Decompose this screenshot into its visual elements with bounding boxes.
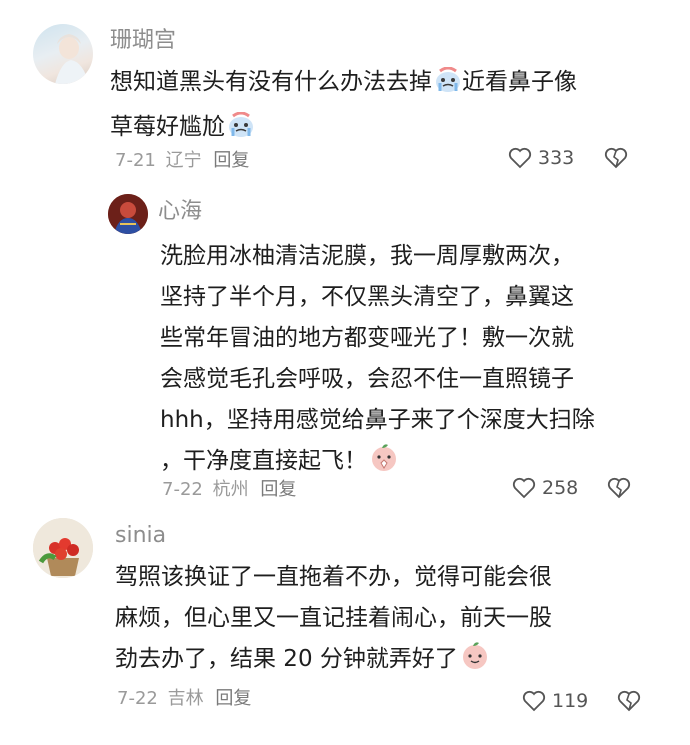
comment-date: 7-21: [115, 150, 156, 171]
peach-praying-icon: [369, 442, 399, 486]
reply-item: 心海 洗脸用冰柚清洁泥膜，我一周厚敷两次， 坚持了半个月，不仅黑头清空了，鼻翼这…: [0, 190, 690, 510]
crying-face-icon: [434, 66, 462, 107]
broken-heart-icon: [607, 477, 631, 499]
comment-item: 珊瑚宫 想知道黑头有没有什么办法去掉 近看鼻子像 草莓好尴尬 7-21 辽宁 回复…: [0, 0, 690, 190]
comment-date: 7-22: [117, 688, 158, 709]
reply-button[interactable]: 回复: [215, 688, 251, 709]
comment-meta: 7-22 杭州 回复: [162, 479, 296, 501]
avatar[interactable]: [33, 518, 93, 578]
like-count: 258: [542, 477, 579, 499]
comment-line: 坚持了半个月，不仅黑头清空了，鼻翼这: [160, 284, 574, 310]
dislike-button[interactable]: [617, 690, 641, 716]
comment-location: 辽宁: [165, 150, 202, 171]
comment-line: hhh，坚持用感觉给鼻子来了个深度大扫除: [160, 407, 595, 433]
comment-line-last: 劲去办了，结果 20 分钟就弄好了: [115, 639, 655, 684]
comment-meta: 7-21 辽宁 回复: [115, 150, 249, 172]
avatar-image: [55, 34, 89, 84]
broken-heart-icon: [617, 690, 641, 712]
like-count: 119: [552, 690, 589, 712]
reply-button[interactable]: 回复: [260, 479, 296, 500]
avatar-image: [108, 194, 148, 234]
heart-icon: [522, 690, 546, 712]
avatar[interactable]: [108, 194, 148, 234]
avatar[interactable]: [33, 24, 93, 84]
comment-line: 会感觉毛孔会呼吸，会忍不住一直照镜子: [160, 366, 574, 392]
heart-icon: [508, 147, 532, 169]
comment-location: 杭州: [212, 479, 249, 500]
comment-line: 些常年冒油的地方都变哑光了！敷一次就: [160, 325, 574, 351]
dislike-button[interactable]: [604, 147, 628, 173]
crying-face-icon: [227, 111, 255, 152]
comment-text: 驾照该换证了一直拖着不办，觉得可能会很 麻烦，但心里又一直记挂着闹心，前天一股 …: [115, 557, 655, 684]
comment-line: 驾照该换证了一直拖着不办，觉得可能会很: [115, 564, 552, 590]
comment-line: 麻烦，但心里又一直记挂着闹心，前天一股: [115, 605, 552, 631]
comment-text: 洗脸用冰柚清洁泥膜，我一周厚敷两次， 坚持了半个月，不仅黑头清空了，鼻翼这 些常…: [160, 236, 660, 486]
comment-meta: 7-22 吉林 回复: [117, 688, 251, 710]
comment-date: 7-22: [162, 479, 203, 500]
comment-location: 吉林: [167, 688, 204, 709]
comment-item: sinia 驾照该换证了一直拖着不办，觉得可能会很 麻烦，但心里又一直记挂着闹心…: [0, 510, 690, 745]
heart-icon: [512, 477, 536, 499]
comment-text: 想知道黑头有没有什么办法去掉 近看鼻子像 草莓好尴尬: [110, 62, 650, 152]
like-count: 333: [538, 147, 575, 169]
comment-line: 洗脸用冰柚清洁泥膜，我一周厚敷两次，: [160, 243, 574, 269]
username[interactable]: 心海: [158, 198, 202, 226]
broken-heart-icon: [604, 147, 628, 169]
username[interactable]: 珊瑚宫: [110, 27, 176, 55]
like-button[interactable]: 258: [512, 477, 578, 499]
avatar-image: [33, 518, 93, 578]
like-button[interactable]: 333: [508, 147, 574, 169]
username[interactable]: sinia: [115, 522, 166, 550]
reply-button[interactable]: 回复: [213, 150, 249, 171]
peach-smile-icon: [460, 640, 490, 684]
like-button[interactable]: 119: [522, 690, 588, 712]
dislike-button[interactable]: [607, 477, 631, 503]
